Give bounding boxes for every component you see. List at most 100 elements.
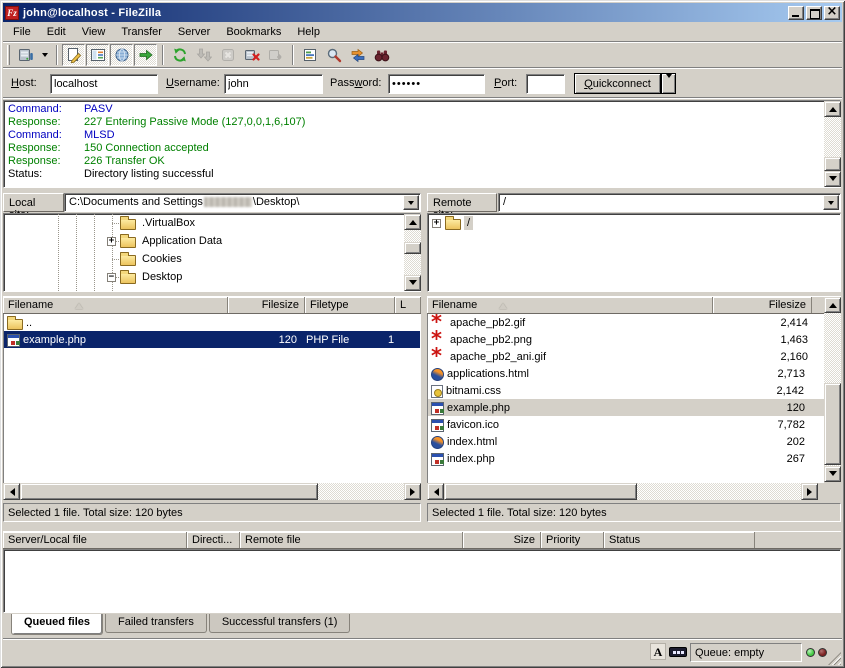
column-header[interactable]: L: [395, 297, 421, 313]
scroll-left-button[interactable]: [427, 483, 444, 500]
queue-tab[interactable]: Failed transfers: [105, 614, 207, 633]
local-site-dropdown[interactable]: [403, 195, 419, 210]
column-header[interactable]: Size: [463, 532, 541, 548]
site-manager-dropdown[interactable]: [38, 44, 51, 66]
transfer-type-icon[interactable]: A: [650, 643, 666, 660]
scroll-up-button[interactable]: [404, 214, 421, 230]
scrollbar-thumb[interactable]: [824, 383, 841, 465]
scroll-right-button[interactable]: [801, 483, 818, 500]
resize-grip[interactable]: [828, 652, 841, 665]
filter-icon[interactable]: [298, 44, 321, 66]
scroll-down-button[interactable]: [824, 171, 841, 187]
expander-icon[interactable]: [432, 219, 441, 228]
scroll-up-button[interactable]: [824, 101, 841, 117]
column-header[interactable]: Priority: [541, 532, 604, 548]
cancel-icon[interactable]: [216, 44, 239, 66]
host-input[interactable]: [50, 74, 158, 94]
column-header[interactable]: Remote file: [240, 532, 463, 548]
local-site-label: Local site:: [3, 193, 64, 212]
menu-item[interactable]: File: [5, 24, 39, 40]
compare-icon[interactable]: [322, 44, 345, 66]
column-header[interactable]: Filetype: [305, 297, 395, 313]
file-row[interactable]: apache_pb2_ani.gif 2,160: [428, 348, 824, 365]
site-manager-icon[interactable]: [14, 44, 37, 66]
column-header[interactable]: Filename: [427, 297, 713, 313]
file-row[interactable]: ..: [4, 314, 420, 331]
disconnect-icon[interactable]: [240, 44, 263, 66]
refresh-icon[interactable]: [168, 44, 191, 66]
menu-item[interactable]: Transfer: [113, 24, 170, 40]
quickconnect-dropdown[interactable]: [661, 73, 676, 94]
column-header[interactable]: Filename: [3, 297, 228, 313]
log-row-text: 226 Transfer OK: [84, 155, 165, 167]
file-icon: [7, 319, 23, 330]
queue-tab[interactable]: Queued files: [11, 614, 103, 635]
tree-item[interactable]: Cookies: [4, 250, 420, 268]
log-scrollbar[interactable]: [824, 101, 841, 187]
port-input[interactable]: [526, 74, 565, 94]
menu-item[interactable]: View: [74, 24, 114, 40]
local-site-combo[interactable]: C:\Documents and Settings\Desktop\: [64, 193, 421, 212]
file-row[interactable]: applications.html 2,713: [428, 365, 824, 382]
tree-item[interactable]: Desktop: [4, 268, 420, 286]
toggle-queue-icon[interactable]: [134, 44, 157, 66]
scrollbar-thumb[interactable]: [20, 483, 318, 500]
scrollbar-thumb[interactable]: [824, 157, 841, 171]
close-button[interactable]: [824, 6, 840, 20]
tree-item[interactable]: .VirtualBox: [4, 214, 420, 232]
file-row[interactable]: index.php 267: [428, 450, 824, 467]
column-header[interactable]: Server/Local file: [3, 532, 187, 548]
reconnect-icon[interactable]: [264, 44, 287, 66]
remote-site-combo[interactable]: /: [498, 193, 841, 212]
message-log: Command:PASV Response:227 Entering Passi…: [3, 100, 841, 188]
scrollbar-thumb[interactable]: [444, 483, 637, 500]
scroll-down-button[interactable]: [824, 466, 841, 482]
file-row[interactable]: bitnami.css 2,142: [428, 382, 824, 399]
maximize-button[interactable]: [806, 6, 822, 20]
scroll-right-button[interactable]: [404, 483, 421, 500]
expander-icon[interactable]: [107, 237, 116, 246]
username-input[interactable]: [224, 74, 323, 94]
file-row[interactable]: example.php 120: [428, 399, 824, 416]
scroll-left-button[interactable]: [3, 483, 20, 500]
column-header[interactable]: Filesize: [713, 297, 812, 313]
minimize-button[interactable]: [788, 6, 804, 20]
expander-icon[interactable]: [107, 273, 116, 282]
local-list-hscrollbar[interactable]: [3, 483, 421, 500]
menu-item[interactable]: Edit: [39, 24, 74, 40]
column-header[interactable]: Directi...: [187, 532, 240, 548]
speed-limit-icon[interactable]: [669, 647, 687, 657]
file-row[interactable]: example.php 120 PHP File 1: [4, 331, 420, 348]
column-header[interactable]: Filesize: [228, 297, 305, 313]
column-header[interactable]: Status: [604, 532, 755, 548]
remote-site-dropdown[interactable]: [823, 195, 839, 210]
tree-item[interactable]: Application Data: [4, 232, 420, 250]
scroll-up-button[interactable]: [824, 297, 841, 313]
password-input[interactable]: [388, 74, 485, 94]
quickconnect-button[interactable]: Quickconnect: [574, 73, 661, 94]
remote-list-scrollbar[interactable]: [824, 297, 841, 482]
sync-browse-icon[interactable]: [346, 44, 369, 66]
queue-tab[interactable]: Successful transfers (1): [209, 614, 351, 633]
toggle-remote-tree-icon[interactable]: [110, 44, 133, 66]
menu-item[interactable]: Bookmarks: [218, 24, 289, 40]
find-icon[interactable]: [370, 44, 393, 66]
menu-item[interactable]: Help: [289, 24, 328, 40]
log-row-text: PASV: [84, 103, 113, 115]
process-queue-icon[interactable]: [192, 44, 215, 66]
toggle-log-icon[interactable]: [62, 44, 85, 66]
scrollbar-thumb[interactable]: [404, 242, 421, 254]
file-row[interactable]: apache_pb2.png 1,463: [428, 331, 824, 348]
toggle-local-tree-icon[interactable]: [86, 44, 109, 66]
file-icon: [431, 350, 447, 364]
file-row[interactable]: favicon.ico 7,782: [428, 416, 824, 433]
toolbar-grip[interactable]: [7, 45, 10, 65]
scroll-down-button[interactable]: [404, 275, 421, 291]
local-tree-scrollbar[interactable]: [404, 214, 421, 291]
remote-list-hscrollbar[interactable]: [427, 483, 818, 500]
file-row[interactable]: index.html 202: [428, 433, 824, 450]
filezilla-window: Fz john@localhost - FileZilla FileEditVi…: [0, 0, 845, 668]
file-row[interactable]: apache_pb2.gif 2,414: [428, 314, 824, 331]
tree-item[interactable]: /: [428, 214, 840, 232]
menu-item[interactable]: Server: [170, 24, 218, 40]
